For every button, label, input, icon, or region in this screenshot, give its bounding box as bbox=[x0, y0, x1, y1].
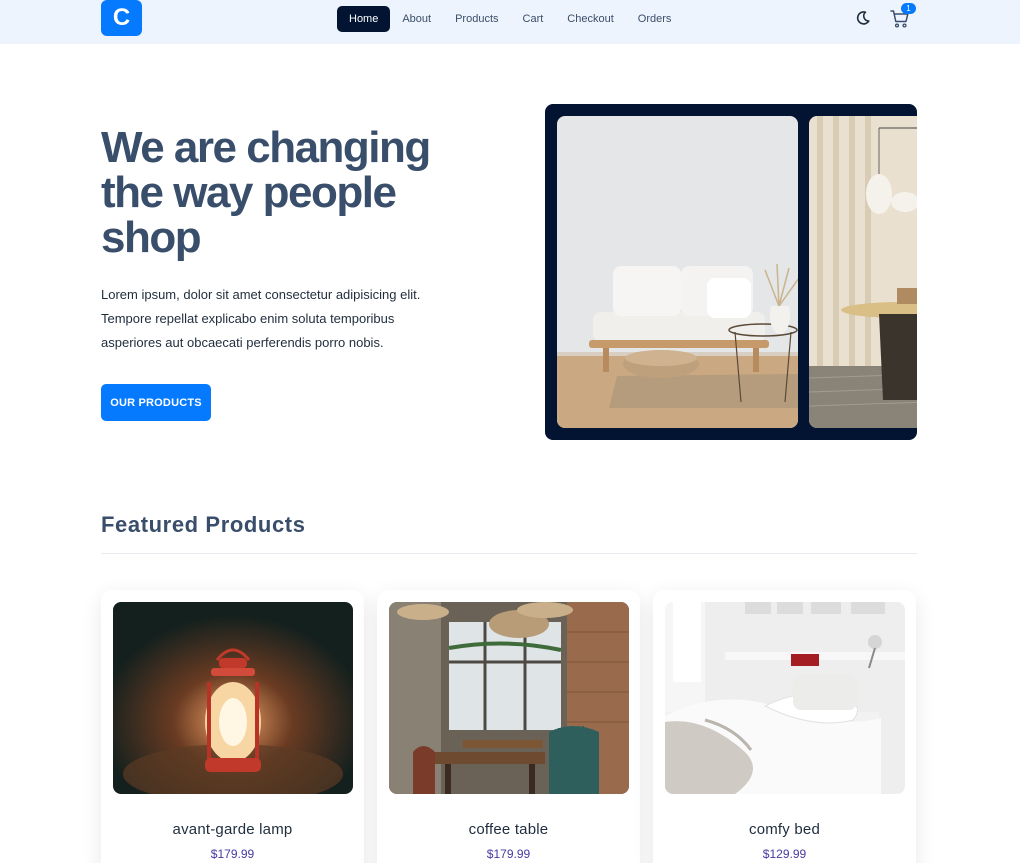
product-price: $129.99 bbox=[762, 847, 807, 861]
nav-cart[interactable]: Cart bbox=[511, 6, 556, 32]
hero-description: Lorem ipsum, dolor sit amet consectetur … bbox=[101, 287, 421, 350]
carousel-image-living-room bbox=[557, 116, 798, 428]
section-divider bbox=[101, 553, 917, 554]
product-price: $179.99 bbox=[210, 847, 255, 861]
nav-orders[interactable]: Orders bbox=[626, 6, 684, 32]
product-card[interactable]: avant-garde lamp $179.99 bbox=[101, 590, 364, 863]
cart-count-badge: 1 bbox=[901, 3, 916, 14]
product-title: coffee table bbox=[468, 821, 549, 838]
logo-letter: C bbox=[112, 4, 131, 31]
product-image-coffee-table bbox=[389, 602, 629, 794]
featured-products-title: Featured Products bbox=[101, 512, 306, 537]
product-image-bed bbox=[665, 602, 905, 794]
product-card[interactable]: coffee table $179.99 bbox=[377, 590, 640, 863]
nav-about[interactable]: About bbox=[390, 6, 443, 32]
nav-checkout[interactable]: Checkout bbox=[555, 6, 625, 32]
nav-home[interactable]: Home bbox=[337, 6, 391, 32]
moon-icon bbox=[856, 11, 870, 25]
product-price: $179.99 bbox=[486, 847, 531, 861]
product-title: comfy bed bbox=[749, 821, 820, 838]
hero-title: We are changing the way people shop bbox=[101, 123, 431, 262]
theme-toggle[interactable] bbox=[855, 10, 871, 26]
nav-products[interactable]: Products bbox=[443, 6, 510, 32]
navbar: C Home About Products Cart Checkout Orde… bbox=[0, 0, 1020, 44]
our-products-button[interactable]: OUR PRODUCTS bbox=[101, 384, 211, 421]
hero-carousel[interactable] bbox=[545, 104, 917, 440]
carousel-image-dining-room bbox=[809, 116, 917, 428]
product-card[interactable]: comfy bed $129.99 bbox=[653, 590, 916, 863]
logo[interactable]: C bbox=[101, 0, 142, 36]
product-image-lamp bbox=[113, 602, 353, 794]
product-title: avant-garde lamp bbox=[172, 821, 293, 838]
nav-links: Home About Products Cart Checkout Orders bbox=[337, 6, 683, 32]
